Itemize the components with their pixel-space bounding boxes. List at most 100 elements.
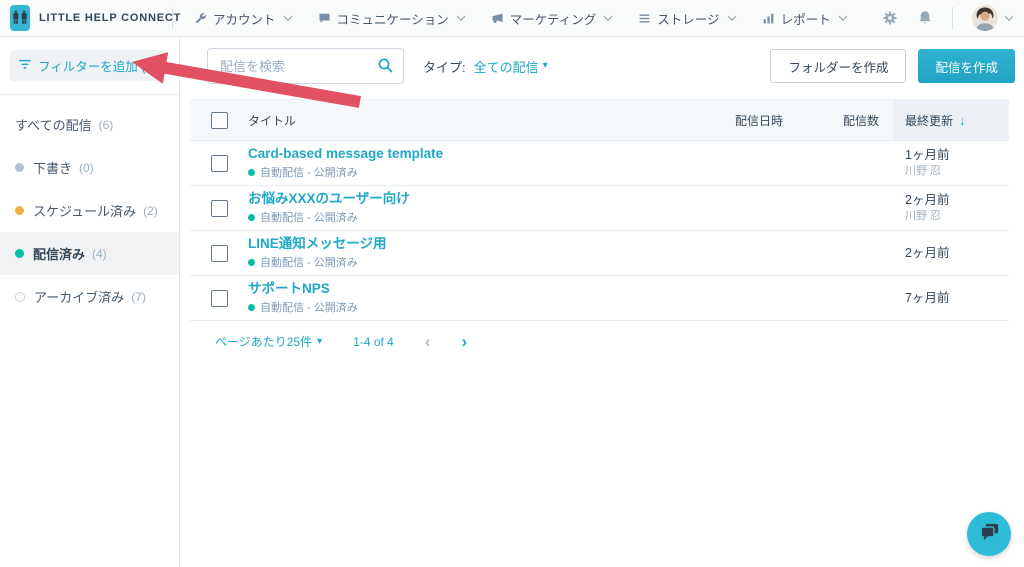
create-folder-button[interactable]: フォルダーを作成 — [770, 49, 906, 83]
published-dot-icon — [248, 304, 255, 311]
sidebar-item-all[interactable]: すべての配信(6) — [0, 103, 179, 146]
table-body: Card-based message template自動配信 - 公開済み1ヶ… — [190, 141, 1009, 321]
column-header-delivery-date[interactable]: 配信日時 — [723, 112, 831, 129]
sidebar-item-draft[interactable]: 下書き (0) — [0, 146, 179, 189]
table-row[interactable]: Card-based message template自動配信 - 公開済み 1ヶ… — [190, 141, 1009, 186]
brand: LITTLE HELP CONNECT — [0, 5, 172, 31]
nav-item-storage[interactable]: ストレージ — [638, 9, 734, 28]
add-filter-label: フィルターを追加 (1) — [38, 56, 157, 75]
filter-funnel-icon — [19, 59, 31, 73]
delivery-status: 自動配信 - 公開済み — [248, 299, 723, 315]
row-checkbox[interactable] — [211, 155, 228, 172]
nav-item-label: ストレージ — [657, 9, 719, 28]
nav-item-communication[interactable]: コミュニケーション — [318, 9, 464, 28]
notifications-bell-icon[interactable] — [917, 10, 933, 26]
row-checkbox[interactable] — [211, 245, 228, 262]
last-updated-cell: 7ヶ月前 — [893, 290, 1009, 306]
sidebar-list: すべての配信(6) 下書き (0) スケジュール済み (2) 配信済み (4) アーカイブ済み… — [0, 95, 179, 318]
topbar-divider — [172, 7, 173, 29]
sidebar-item-count: (0) — [79, 161, 94, 175]
table-row[interactable]: LINE通知メッセージ用自動配信 - 公開済み 2ヶ月前 — [190, 231, 1009, 276]
add-filter-button[interactable]: フィルターを追加 (1) — [10, 50, 166, 81]
published-dot-icon — [248, 214, 255, 221]
topbar-divider — [952, 7, 953, 29]
sidebar-item-archived[interactable]: アーカイブ済み (7) — [0, 275, 179, 318]
chevron-down-icon — [838, 12, 846, 20]
status-dot-icon — [15, 206, 24, 215]
app-logo-icon[interactable] — [10, 5, 30, 31]
settings-gear-icon[interactable] — [882, 10, 898, 26]
type-filter-dropdown[interactable]: 全ての配信 ▾ — [474, 57, 548, 76]
nav-item-label: マーケティング — [510, 9, 597, 28]
sidebar-item-label: 下書き — [33, 158, 72, 177]
delivery-status: 自動配信 - 公開済み — [248, 254, 723, 270]
delivery-status: 自動配信 - 公開済み — [248, 164, 723, 180]
sidebar-item-count: (6) — [99, 118, 114, 132]
topbar: LITTLE HELP CONNECT アカウント コミュニケーション マーケティン… — [0, 0, 1024, 37]
delivery-status-label: 自動配信 - 公開済み — [260, 254, 358, 270]
next-page-button[interactable]: › — [462, 333, 468, 350]
storage-icon — [638, 12, 651, 25]
sidebar-item-label: 配信済み — [33, 244, 85, 263]
column-header-title[interactable]: タイトル — [248, 112, 723, 129]
updated-when: 2ヶ月前 — [905, 245, 1009, 261]
search-box — [207, 48, 404, 84]
sidebar: フィルターを追加 (1) すべての配信(6) 下書き (0) スケジュール済み (2) 配… — [0, 37, 180, 567]
select-all-checkbox[interactable] — [211, 112, 228, 129]
sidebar-item-label: アーカイブ済み — [34, 287, 124, 306]
sidebar-item-label: スケジュール済み — [33, 201, 136, 220]
updated-when: 2ヶ月前 — [905, 192, 1009, 208]
column-header-delivery-count[interactable]: 配信数 — [831, 112, 893, 129]
delivery-title-link[interactable]: サポートNPS — [248, 281, 723, 298]
column-header-last-updated[interactable]: 最終更新 ↓ — [893, 100, 1009, 140]
status-dot-icon — [15, 292, 25, 302]
table-header-row: タイトル 配信日時 配信数 最終更新 ↓ — [190, 99, 1009, 141]
sidebar-item-count: (7) — [131, 290, 146, 304]
table-row[interactable]: お悩みXXXのユーザー向け自動配信 - 公開済み2ヶ月前川野 忍 — [190, 186, 1009, 231]
last-updated-cell: 1ヶ月前川野 忍 — [893, 147, 1009, 179]
search-input[interactable] — [207, 48, 404, 84]
type-filter-label: タイプ: — [423, 57, 466, 76]
topbar-right — [882, 5, 1024, 31]
nav-item-account[interactable]: アカウント — [194, 9, 291, 28]
delivery-table: タイトル 配信日時 配信数 最終更新 ↓ Card-based message … — [190, 99, 1009, 321]
megaphone-icon — [491, 12, 504, 25]
sort-descending-icon: ↓ — [959, 113, 966, 128]
sidebar-item-scheduled[interactable]: スケジュール済み (2) — [0, 189, 179, 232]
user-avatar[interactable] — [972, 5, 998, 31]
sidebar-item-count: (2) — [143, 204, 158, 218]
per-page-dropdown[interactable]: ページあたり25件 ▾ — [215, 333, 322, 350]
nav-item-report[interactable]: レポート — [762, 9, 846, 28]
updated-when: 7ヶ月前 — [905, 290, 1009, 306]
row-checkbox[interactable] — [211, 290, 228, 307]
chevron-down-icon — [604, 12, 612, 20]
nav-item-label: レポート — [781, 9, 831, 28]
delivery-status-label: 自動配信 - 公開済み — [260, 299, 358, 315]
delivery-title-link[interactable]: Card-based message template — [248, 146, 723, 163]
chat-widget-button[interactable] — [967, 512, 1011, 556]
delivery-status-label: 自動配信 - 公開済み — [260, 209, 358, 225]
user-menu[interactable] — [972, 5, 1012, 31]
page-range: 1-4 of 4 — [353, 335, 394, 349]
caret-down-icon: ▾ — [543, 61, 548, 71]
brand-name: LITTLE HELP CONNECT — [39, 12, 181, 24]
prev-page-button[interactable]: ‹ — [425, 333, 431, 350]
published-dot-icon — [248, 259, 255, 266]
type-filter-value: 全ての配信 — [474, 57, 539, 76]
delivery-title-link[interactable]: お悩みXXXのユーザー向け — [248, 191, 723, 208]
search-icon[interactable] — [377, 57, 394, 79]
create-delivery-button[interactable]: 配信を作成 — [918, 49, 1015, 83]
table-row[interactable]: サポートNPS自動配信 - 公開済み 7ヶ月前 — [190, 276, 1009, 321]
sidebar-item-count: (4) — [92, 247, 107, 261]
main-nav: アカウント コミュニケーション マーケティング ストレージ レポート — [194, 9, 882, 28]
chevron-down-icon — [283, 12, 291, 20]
delivery-status-label: 自動配信 - 公開済み — [260, 164, 358, 180]
title-cell: LINE通知メッセージ用自動配信 - 公開済み — [248, 236, 723, 271]
published-dot-icon — [248, 169, 255, 176]
row-checkbox[interactable] — [211, 200, 228, 217]
last-updated-cell: 2ヶ月前 — [893, 245, 1009, 261]
delivery-title-link[interactable]: LINE通知メッセージ用 — [248, 236, 723, 253]
sidebar-item-sent[interactable]: 配信済み (4) — [0, 232, 179, 275]
nav-item-marketing[interactable]: マーケティング — [491, 9, 612, 28]
main-content: タイプ: 全ての配信 ▾ フォルダーを作成 配信を作成 タイトル 配信日時 配信… — [180, 37, 1024, 567]
